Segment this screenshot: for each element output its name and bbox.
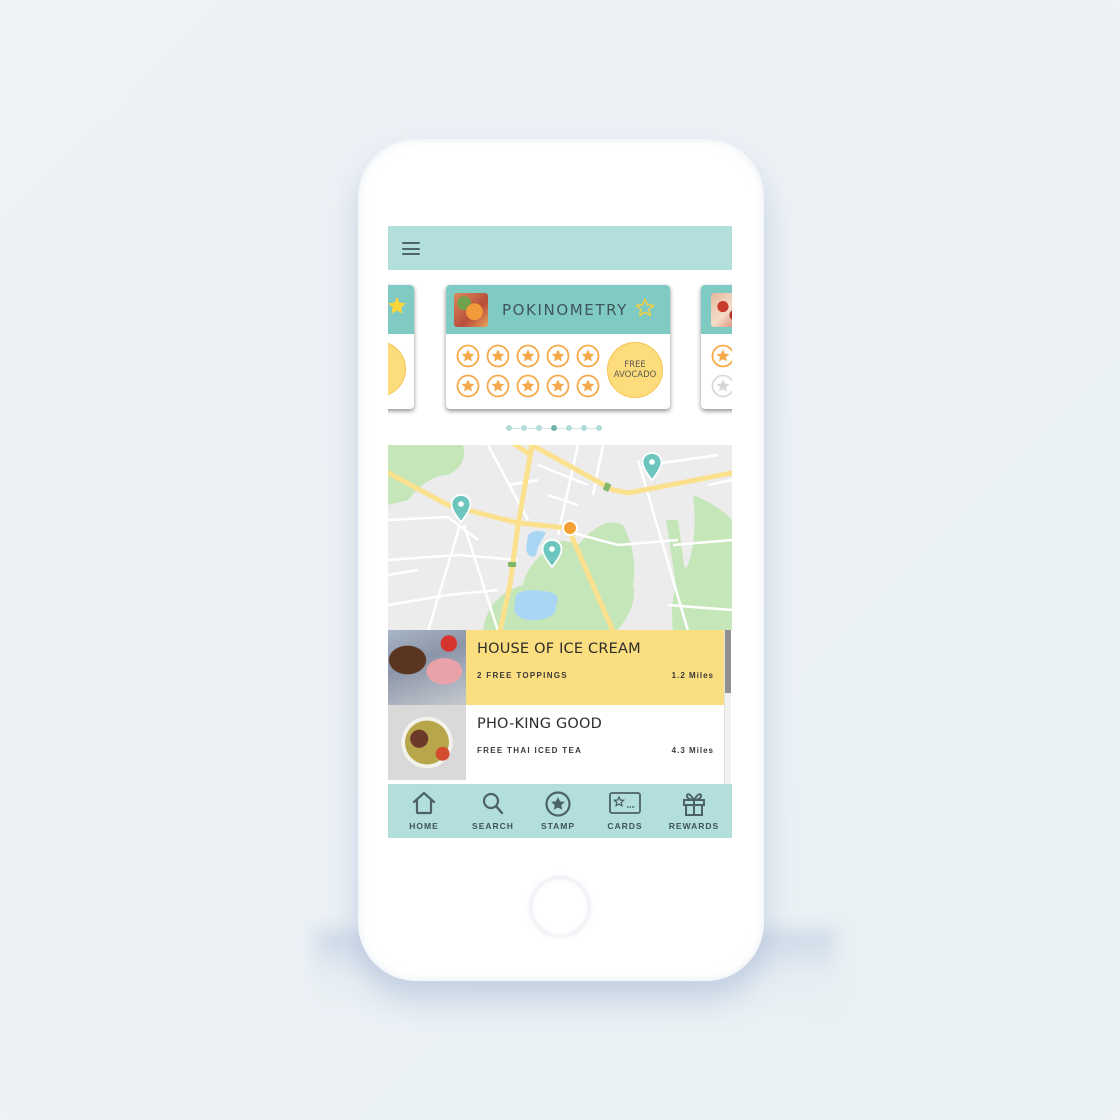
pagination-dot-active[interactable] (551, 425, 557, 431)
carousel-pagination (506, 424, 606, 432)
restaurant-thumbnail (454, 293, 488, 327)
stamp-filled-icon (456, 374, 480, 398)
distance-text: 4.3 Miles (671, 746, 714, 755)
pagination-dot[interactable] (581, 425, 587, 431)
current-location-marker (562, 520, 578, 536)
tab-label: HOME (409, 821, 439, 831)
card-header: POKINOMETRY (446, 285, 670, 334)
loyalty-card-next[interactable] (701, 285, 732, 409)
stamp-filled-icon (486, 344, 510, 368)
list-scrollbar[interactable] (724, 630, 731, 784)
card-header (701, 285, 732, 334)
stamp-icon (545, 791, 571, 817)
pagination-dot[interactable] (566, 425, 572, 431)
list-item-house-of-ice-cream[interactable]: HOUSE OF ICE CREAM 2 FREE TOPPINGS 1.2 M… (388, 630, 724, 705)
offer-text: FREE THAI ICED TEA (477, 746, 583, 755)
pagination-dot[interactable] (506, 425, 512, 431)
gift-icon (683, 793, 705, 816)
stamp-filled-icon (576, 374, 600, 398)
list-item-pho-king-good[interactable]: PHO-KING GOOD FREE THAI ICED TEA 4.3 Mil… (388, 705, 724, 780)
top-bar (388, 226, 732, 270)
favorite-star-outline-icon[interactable] (634, 297, 656, 319)
hamburger-menu-icon[interactable] (402, 242, 420, 255)
tab-rewards[interactable]: REWARDS (660, 784, 728, 838)
restaurant-photo (388, 705, 466, 780)
stamp-filled-icon (456, 344, 480, 368)
stamp-filled-icon (486, 374, 510, 398)
restaurant-thumbnail (711, 293, 732, 327)
home-icon (412, 791, 436, 815)
card-header (388, 285, 414, 334)
reward-line-1: FREE (624, 360, 646, 370)
search-icon (482, 792, 504, 815)
map-pin-icon[interactable] (450, 494, 472, 524)
card-title: POKINOMETRY (502, 301, 628, 319)
map-pin-icon[interactable] (541, 539, 563, 569)
background: EOGS POKINOMETRY FREE AVOCADO (0, 0, 1120, 1120)
loyalty-card-previous[interactable]: EOGS (388, 285, 414, 409)
stamp-filled-icon (516, 344, 540, 368)
reward-badge: FREE AVOCADO (607, 342, 663, 398)
loyalty-card-pokinometry[interactable]: POKINOMETRY FREE AVOCADO (446, 285, 670, 409)
reward-badge: EOGS (388, 341, 406, 397)
favorite-star-filled-icon[interactable] (388, 295, 408, 317)
distance-text: 1.2 Miles (671, 671, 714, 680)
reward-line-2: AVOCADO (613, 370, 657, 380)
stamp-empty-icon (711, 374, 732, 398)
map-base (388, 445, 732, 631)
app-screen: EOGS POKINOMETRY FREE AVOCADO (388, 226, 732, 838)
offer-text: 2 FREE TOPPINGS (477, 671, 568, 680)
tab-label: STAMP (540, 821, 576, 831)
pagination-dot[interactable] (596, 425, 602, 431)
tab-home[interactable]: HOME (390, 784, 458, 838)
stamp-filled-icon (576, 344, 600, 368)
stamp-filled-icon (546, 344, 570, 368)
tab-cards[interactable]: CARDS (591, 784, 659, 838)
pagination-dot[interactable] (536, 425, 542, 431)
restaurant-photo (388, 630, 466, 705)
restaurant-name: HOUSE OF ICE CREAM (477, 641, 641, 657)
tab-label: SEARCH (472, 821, 514, 831)
pagination-dot[interactable] (521, 425, 527, 431)
tab-label: REWARDS (668, 821, 720, 831)
stamp-filled-icon (711, 344, 732, 368)
restaurant-name: PHO-KING GOOD (477, 716, 603, 732)
bottom-tab-bar: HOME SEARCH STAMP CARDS REWARDS (388, 784, 732, 838)
restaurant-list: HOUSE OF ICE CREAM 2 FREE TOPPINGS 1.2 M… (388, 630, 732, 784)
cards-icon (609, 792, 641, 814)
stamp-filled-icon (546, 374, 570, 398)
scrollbar-thumb[interactable] (725, 630, 731, 693)
map-pin-icon[interactable] (641, 452, 663, 482)
map-view[interactable] (388, 445, 732, 631)
tab-label: CARDS (607, 821, 643, 831)
phone-home-button[interactable] (531, 878, 589, 936)
tab-search[interactable]: SEARCH (459, 784, 527, 838)
stamp-filled-icon (516, 374, 540, 398)
tab-stamp[interactable]: STAMP (524, 784, 592, 838)
